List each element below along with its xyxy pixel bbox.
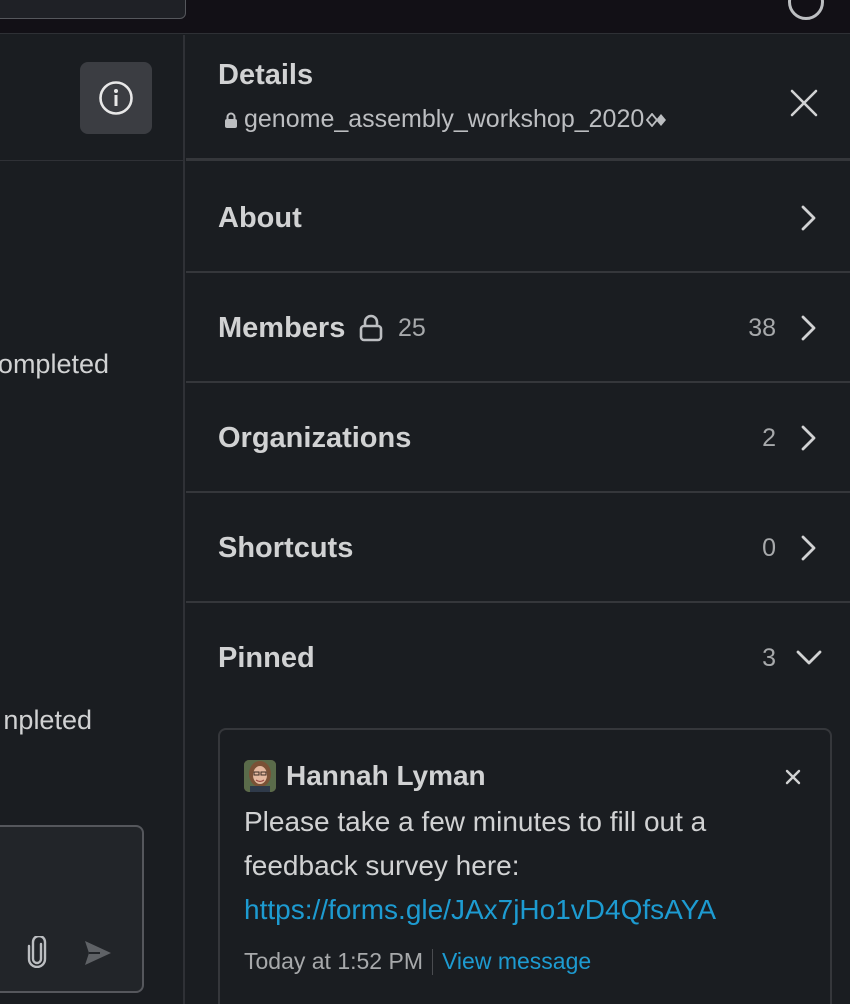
chevron-right-icon [794,533,824,563]
channel-name: genome_assembly_workshop_2020 [244,105,645,133]
details-panel: Details genome_assembly_workshop_2020 Ab… [186,35,850,1004]
avatar[interactable] [244,760,276,792]
pinned-message-link[interactable]: https://forms.gle/JAx7jHo1vD4QfsAYA [244,888,804,932]
message-snippet: npleted [3,705,92,735]
channel-name-row: genome_assembly_workshop_2020 [224,105,668,134]
close-icon [790,89,818,117]
section-organizations[interactable]: Organizations 2 [186,383,850,493]
shortcuts-count: 0 [762,534,776,562]
send-icon [85,941,111,965]
channel-header [0,35,183,161]
attach-button[interactable] [22,934,52,970]
pinned-count: 3 [762,644,776,672]
chevron-down-icon [794,643,824,673]
meta-divider [432,948,433,975]
top-bar [0,0,850,34]
close-icon [785,769,801,785]
private-members: 25 [358,273,426,383]
member-count: 38 [748,314,776,342]
send-button[interactable] [80,935,116,971]
chevron-right-icon [794,423,824,453]
pinned-author[interactable]: Hannah Lyman [286,760,486,792]
message-composer[interactable] [0,825,144,993]
pinned-message-body: Please take a few minutes to fill out a … [244,800,804,932]
section-shortcuts[interactable]: Shortcuts 0 [186,493,850,603]
shared-channel-icon [646,112,667,127]
details-title: Details [218,59,314,91]
view-message-link[interactable]: View message [442,948,591,975]
section-members[interactable]: Members 25 38 [186,273,850,383]
chevron-right-icon [794,313,824,343]
section-about[interactable]: About [186,163,850,273]
section-label: Shortcuts [218,532,354,564]
lock-icon [225,112,237,128]
info-icon [99,81,133,115]
lock-icon [359,314,383,342]
pinned-message-meta: Today at 1:52 PM View message [244,948,591,975]
help-icon[interactable] [788,0,824,20]
message-snippet: ompleted [0,349,109,379]
pinned-timestamp: Today at 1:52 PM [244,948,423,974]
section-label: Pinned [218,642,315,674]
section-label: Members [218,312,346,344]
pinned-message-card[interactable]: Hannah Lyman Please take a few minutes t… [218,728,832,1004]
section-pinned[interactable]: Pinned 3 [186,603,850,713]
private-member-count: 25 [398,313,426,342]
close-details-button[interactable] [782,81,826,125]
search-bar[interactable] [0,0,186,19]
pinned-message-header: Hannah Lyman [244,760,486,792]
pinned-message-text: Please take a few minutes to fill out a … [244,806,707,881]
unpin-button[interactable] [778,762,808,792]
organizations-count: 2 [762,424,776,452]
section-label: Organizations [218,422,412,454]
section-label: About [218,202,302,234]
chevron-right-icon [794,203,824,233]
paperclip-icon [27,936,47,968]
channel-info-button[interactable] [80,62,152,134]
details-header: Details genome_assembly_workshop_2020 [186,35,850,161]
channel-pane: ompleted npleted [0,35,185,1004]
